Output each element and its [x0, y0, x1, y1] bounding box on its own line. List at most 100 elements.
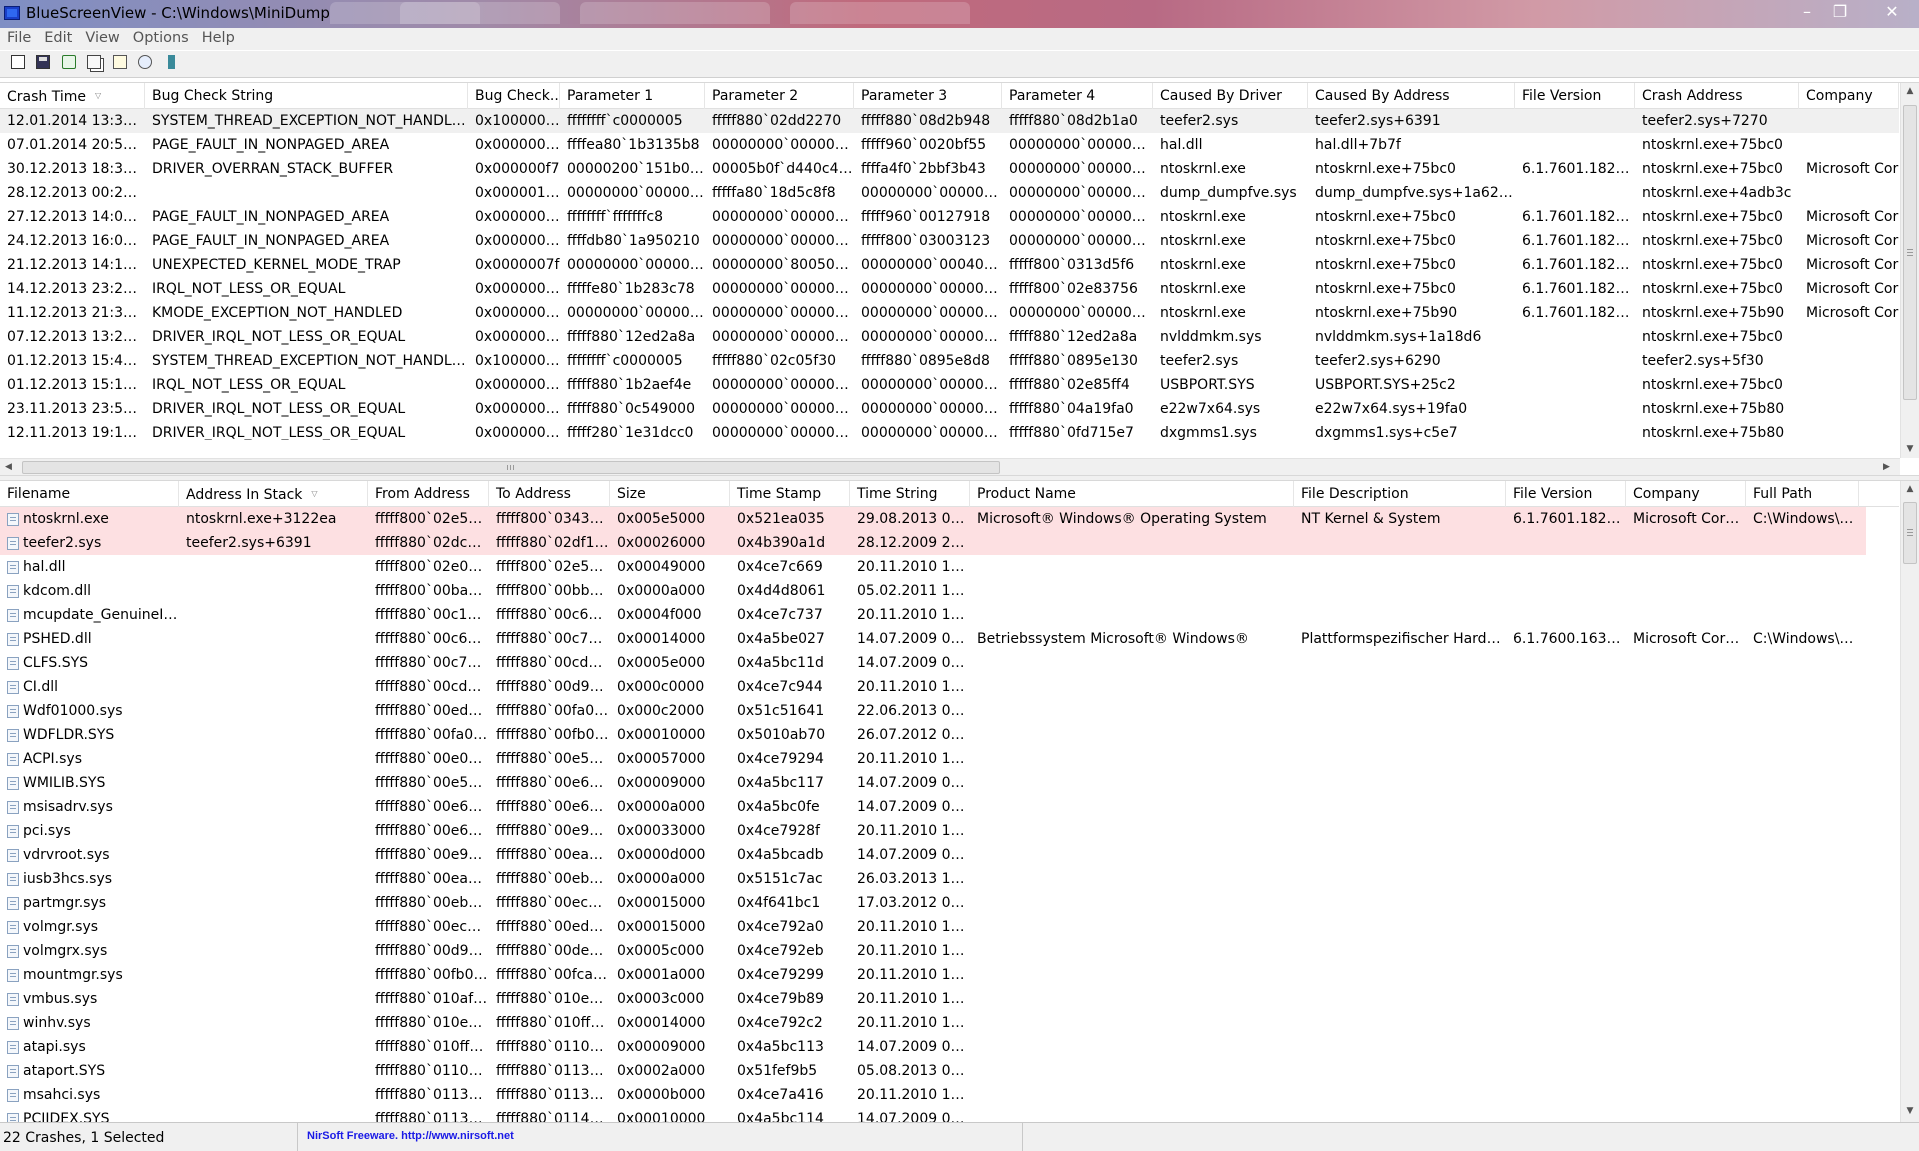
- table-row[interactable]: 12.11.2013 19:13:14 DRIVER_IRQL_NOT_LESS_…: [0, 421, 1899, 440]
- table-row[interactable]: 14.12.2013 23:23:56 IRQL_NOT_LESS_OR_EQUA…: [0, 277, 1899, 301]
- drivers-column-header[interactable]: Size: [610, 481, 730, 507]
- table-row[interactable]: 30.12.2013 18:31:36 DRIVER_OVERRAN_STACK_…: [0, 157, 1899, 181]
- maximize-button[interactable]: ❐: [1823, 0, 1857, 24]
- drivers-column-header[interactable]: Full Path: [1746, 481, 1859, 507]
- drivers-column-header[interactable]: Time String: [850, 481, 970, 507]
- copy-icon[interactable]: [86, 54, 102, 70]
- table-row[interactable]: mountmgr.sys fffff880`00fb00... fffff880`0…: [0, 963, 1866, 987]
- drivers-column-header[interactable]: Product Name: [970, 481, 1294, 507]
- crashes-column-header[interactable]: File Version: [1515, 83, 1635, 109]
- table-row[interactable]: hal.dll fffff800`02e0a... fffff800`02e53..…: [0, 555, 1866, 579]
- table-row[interactable]: teefer2.sys teefer2.sys+6391 fffff880`02dc…: [0, 531, 1866, 555]
- table-cell: 0x00014000: [617, 631, 706, 647]
- refresh-icon[interactable]: [61, 54, 77, 70]
- table-row[interactable]: vmbus.sys fffff880`010af0... fffff880`010e…: [0, 987, 1866, 1011]
- table-row[interactable]: iusb3hcs.sys fffff880`00eaa... fffff880`00…: [0, 867, 1866, 891]
- scroll-down-arrow-icon[interactable]: ▼: [1901, 1103, 1919, 1120]
- html-report-icon[interactable]: [10, 54, 26, 70]
- table-row[interactable]: volmgr.sys fffff880`00ec9... fffff880`00ed…: [0, 915, 1866, 939]
- table-row[interactable]: 07.12.2013 13:28:05 DRIVER_IRQL_NOT_LESS_…: [0, 325, 1899, 349]
- crashes-column-header[interactable]: Bug Check String: [145, 83, 468, 109]
- scroll-left-arrow-icon[interactable]: ◀: [0, 459, 17, 476]
- table-row[interactable]: msahci.sys fffff880`01132... fffff880`0113…: [0, 1083, 1866, 1107]
- table-cell: 6.1.7601.18247...: [1522, 257, 1635, 273]
- drivers-column-header[interactable]: To Address: [489, 481, 610, 507]
- crashes-column-header[interactable]: Company: [1799, 83, 1899, 109]
- table-row[interactable]: WDFLDR.SYS fffff880`00fa00... fffff880`00f…: [0, 723, 1866, 747]
- table-row[interactable]: PSHED.dll fffff880`00c60... fffff880`00c74…: [0, 627, 1866, 651]
- drivers-column-header[interactable]: Filename: [0, 481, 179, 507]
- crashes-column-header[interactable]: Crash Time ▽: [0, 83, 145, 109]
- find-icon[interactable]: [137, 54, 153, 70]
- menu-file[interactable]: File: [0, 28, 37, 46]
- exit-icon[interactable]: [163, 54, 179, 70]
- nirsoft-link[interactable]: NirSoft Freeware. http://www.nirsoft.net: [307, 1130, 514, 1142]
- table-row[interactable]: vdrvroot.sys fffff880`00e9d... fffff880`00…: [0, 843, 1866, 867]
- table-row[interactable]: partmgr.sys fffff880`00eb4... fffff880`00e…: [0, 891, 1866, 915]
- close-button[interactable]: ✕: [1872, 0, 1912, 24]
- table-row[interactable]: WMILIB.SYS fffff880`00e57... fffff880`00e6…: [0, 771, 1866, 795]
- table-row[interactable]: PCIIDEX.SYS fffff880`0113d... fffff880`011…: [0, 1107, 1866, 1122]
- table-row[interactable]: 28.12.2013 00:20:16 0x00000124 00000000`00…: [0, 181, 1899, 205]
- menu-view[interactable]: View: [78, 28, 125, 46]
- drivers-column-header[interactable]: Address In Stack ▽: [179, 481, 368, 507]
- table-cell: Microsoft Cor: [1806, 233, 1899, 249]
- driver-list-vscrollbar[interactable]: ▲ ▼: [1900, 481, 1919, 1122]
- table-row[interactable]: 27.12.2013 14:00:19 PAGE_FAULT_IN_NONPAGE…: [0, 205, 1899, 229]
- table-row[interactable]: 01.12.2013 15:47:44 SYSTEM_THREAD_EXCEPTI…: [0, 349, 1899, 373]
- crashes-column-header[interactable]: Caused By Address: [1308, 83, 1515, 109]
- scroll-thumb[interactable]: [1903, 105, 1917, 400]
- table-row[interactable]: CLFS.SYS fffff880`00c74... fffff880`00cd2.…: [0, 651, 1866, 675]
- menu-options[interactable]: Options: [126, 28, 195, 46]
- table-row[interactable]: CI.dll fffff880`00cd2... fffff880`00d92...…: [0, 675, 1866, 699]
- drivers-column-header[interactable]: Time Stamp: [730, 481, 850, 507]
- crashes-column-header[interactable]: Parameter 2: [705, 83, 854, 109]
- table-row[interactable]: volmgrx.sys fffff880`00d92... fffff880`00d…: [0, 939, 1866, 963]
- crashes-column-header[interactable]: Bug Check...: [468, 83, 560, 109]
- table-cell: fffff880`00d92...: [375, 943, 489, 959]
- drivers-column-header[interactable]: File Description: [1294, 481, 1506, 507]
- crashes-column-header[interactable]: Parameter 4: [1002, 83, 1153, 109]
- scroll-up-arrow-icon[interactable]: ▲: [1901, 83, 1919, 100]
- table-row[interactable]: 01.12.2013 15:16:46 IRQL_NOT_LESS_OR_EQUA…: [0, 373, 1899, 397]
- minimize-button[interactable]: –: [1790, 0, 1824, 24]
- table-row[interactable]: msisadrv.sys fffff880`00e60... fffff880`00…: [0, 795, 1866, 819]
- table-row[interactable]: 21.12.2013 14:16:47 UNEXPECTED_KERNEL_MOD…: [0, 253, 1899, 277]
- table-row[interactable]: atapi.sys fffff880`010ff0... fffff880`0110…: [0, 1035, 1866, 1059]
- scroll-right-arrow-icon[interactable]: ▶: [1878, 459, 1895, 476]
- table-row[interactable]: pci.sys fffff880`00e6a... fffff880`00e9d..…: [0, 819, 1866, 843]
- crash-list-hscrollbar[interactable]: ◀ ▶: [0, 458, 1900, 476]
- scroll-down-arrow-icon[interactable]: ▼: [1901, 441, 1919, 458]
- table-row[interactable]: mcupdate_GenuineInt... fffff880`00c11... f…: [0, 603, 1866, 627]
- table-row[interactable]: 07.01.2014 20:59:07 PAGE_FAULT_IN_NONPAGE…: [0, 133, 1899, 157]
- table-row[interactable]: Wdf01000.sys fffff880`00ede... fffff880`00…: [0, 699, 1866, 723]
- scroll-thumb[interactable]: [1903, 502, 1917, 564]
- menu-edit[interactable]: Edit: [37, 28, 78, 46]
- table-cell: fffff880`00e9d...: [496, 823, 610, 839]
- table-row[interactable]: kdcom.dll fffff800`00bad... fffff800`00bb7…: [0, 579, 1866, 603]
- scroll-up-arrow-icon[interactable]: ▲: [1901, 481, 1919, 498]
- table-row[interactable]: ataport.SYS fffff880`01108... fffff880`011…: [0, 1059, 1866, 1083]
- table-row[interactable]: ACPI.sys fffff880`00e00... fffff880`00e57.…: [0, 747, 1866, 771]
- menu-help[interactable]: Help: [195, 28, 241, 46]
- table-cell: 14.07.2009 00:...: [857, 1039, 970, 1055]
- table-row[interactable]: 11.12.2013 21:30:23 KMODE_EXCEPTION_NOT_H…: [0, 301, 1899, 325]
- table-cell: volmgrx.sys: [23, 943, 108, 959]
- properties-icon[interactable]: [112, 54, 128, 70]
- save-icon[interactable]: [35, 54, 51, 70]
- table-row[interactable]: ntoskrnl.exe ntoskrnl.exe+3122ea fffff800`…: [0, 507, 1866, 531]
- crashes-column-header[interactable]: Parameter 1: [560, 83, 705, 109]
- table-cell: mcupdate_GenuineInt...: [23, 607, 179, 623]
- scroll-thumb[interactable]: [22, 461, 1000, 474]
- crashes-column-header[interactable]: Crash Address: [1635, 83, 1799, 109]
- table-row[interactable]: winhv.sys fffff880`010eb... fffff880`010ff…: [0, 1011, 1866, 1035]
- table-row[interactable]: 12.01.2014 13:34:18 SYSTEM_THREAD_EXCEPTI…: [0, 109, 1899, 133]
- crash-list-vscrollbar[interactable]: ▲ ▼: [1900, 83, 1919, 458]
- table-row[interactable]: 23.11.2013 23:50:22 DRIVER_IRQL_NOT_LESS_…: [0, 397, 1899, 421]
- crashes-column-header[interactable]: Parameter 3: [854, 83, 1002, 109]
- table-row[interactable]: 24.12.2013 16:01:43 PAGE_FAULT_IN_NONPAGE…: [0, 229, 1899, 253]
- drivers-column-header[interactable]: Company: [1626, 481, 1746, 507]
- crashes-column-header[interactable]: Caused By Driver: [1153, 83, 1308, 109]
- drivers-column-header[interactable]: From Address: [368, 481, 489, 507]
- drivers-column-header[interactable]: File Version: [1506, 481, 1626, 507]
